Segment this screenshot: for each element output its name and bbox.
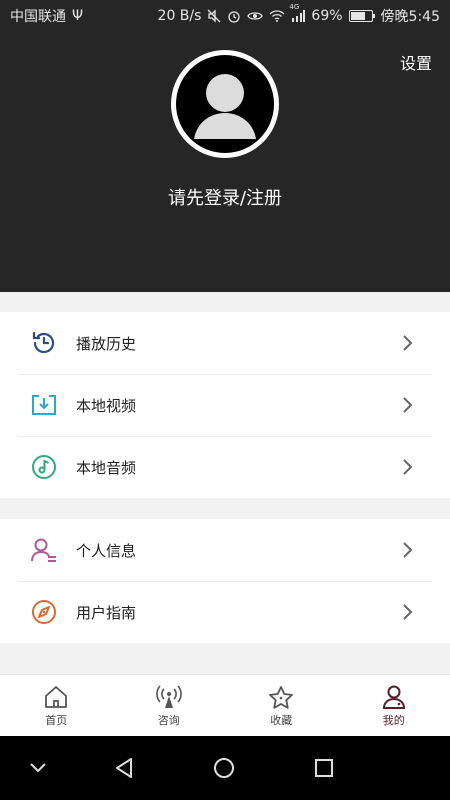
menu-label: 用户指南	[76, 603, 137, 622]
chevron-down-icon	[30, 763, 46, 773]
battery-percent: 69%	[311, 8, 343, 24]
tab-consult[interactable]: 咨询	[113, 675, 226, 737]
tab-label: 咨询	[157, 713, 180, 727]
chevron-right-icon	[403, 335, 413, 351]
network-type-label: 4G	[289, 3, 300, 11]
usb-icon: Ψ	[72, 8, 84, 24]
bottom-tab-bar: 首页 咨询 收藏 我的	[0, 674, 450, 737]
profile-header: 中国联通 Ψ 20 B/s 4G 69% 傍晚5:45 设置 请先登录/注册	[0, 0, 450, 292]
menu-label: 个人信息	[76, 541, 137, 560]
home-icon	[45, 685, 68, 708]
carrier-name: 中国联通	[10, 9, 66, 25]
account-menu-group: 个人信息 用户指南	[0, 519, 450, 643]
battery-icon	[348, 10, 375, 22]
recents-button[interactable]	[312, 756, 336, 780]
settings-button[interactable]: 设置	[400, 50, 432, 74]
home-circle-icon	[214, 758, 234, 778]
tab-favorites[interactable]: 收藏	[225, 675, 338, 737]
menu-label: 本地视频	[76, 396, 137, 415]
chevron-right-icon	[403, 397, 413, 413]
menu-play-history[interactable]: 播放历史	[0, 312, 450, 374]
hide-nav-button[interactable]	[26, 756, 50, 780]
download-video-icon	[30, 391, 58, 419]
music-note-icon	[30, 453, 58, 481]
back-triangle-icon	[116, 758, 132, 778]
menu-user-guide[interactable]: 用户指南	[0, 581, 450, 643]
status-bar: 中国联通 Ψ 20 B/s 4G 69% 傍晚5:45	[0, 0, 450, 32]
menu-local-audio[interactable]: 本地音频	[0, 436, 450, 498]
menu-personal-info[interactable]: 个人信息	[0, 519, 450, 581]
compass-icon	[30, 598, 58, 626]
back-button[interactable]	[112, 756, 136, 780]
clock: 傍晚5:45	[380, 9, 440, 25]
menu-label: 本地音频	[76, 458, 137, 477]
menu-label: 播放历史	[76, 334, 137, 353]
chevron-right-icon	[403, 542, 413, 558]
wifi-icon	[269, 10, 285, 22]
tab-label: 收藏	[270, 713, 293, 727]
media-menu-group: 播放历史 本地视频 本地音频	[0, 312, 450, 498]
chevron-right-icon	[403, 604, 413, 620]
clock-history-icon	[30, 329, 58, 357]
login-register-link[interactable]: 请先登录/注册	[0, 184, 450, 210]
menu-local-video[interactable]: 本地视频	[0, 374, 450, 436]
eye-icon	[247, 10, 264, 22]
avatar[interactable]	[171, 50, 279, 158]
user-info-icon	[30, 536, 58, 564]
recents-square-icon	[315, 759, 333, 777]
chevron-right-icon	[403, 459, 413, 475]
system-navigation-bar	[0, 736, 450, 800]
mute-icon	[207, 9, 221, 23]
default-avatar-icon	[176, 55, 274, 153]
network-speed: 20 B/s	[157, 8, 202, 24]
home-button[interactable]	[212, 756, 236, 780]
tab-label: 首页	[45, 713, 68, 727]
alarm-icon	[227, 9, 241, 23]
tab-home[interactable]: 首页	[0, 675, 113, 737]
signal-icon: 4G	[289, 3, 306, 22]
tab-label: 我的	[382, 713, 405, 727]
star-icon	[269, 685, 294, 709]
tab-mine[interactable]: 我的	[338, 675, 450, 737]
broadcast-icon	[155, 684, 182, 708]
profile-icon	[382, 685, 405, 709]
